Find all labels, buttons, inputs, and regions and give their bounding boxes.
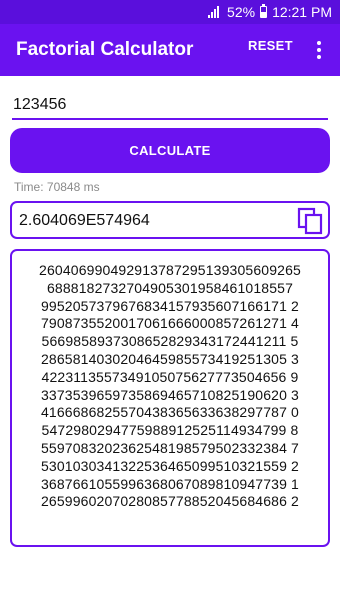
- full-result-line: 6888182732704905301958461018557: [46, 279, 294, 296]
- app-title: Factorial Calculator: [16, 39, 194, 60]
- full-result-box: 260406990492913787295139305609265 6888182…: [10, 249, 330, 547]
- app-bar: Factorial Calculator RESET: [0, 24, 340, 76]
- full-result-line: 3687661055996368067089810947739 1: [41, 475, 299, 492]
- full-result-line: 5472980294775988912525114934799 8: [41, 422, 299, 439]
- copy-icon[interactable]: [297, 207, 325, 235]
- battery-percent: 52%: [227, 4, 256, 20]
- result-value: 2.604069E574964: [19, 212, 150, 229]
- app-screen: 52% 12:21 PM Factorial Calculator RESET …: [0, 0, 340, 604]
- calculate-button[interactable]: CALCULATE: [10, 128, 330, 173]
- result-box: 2.604069E574964: [10, 201, 330, 239]
- status-bar: 52% 12:21 PM: [0, 0, 340, 24]
- full-result-line: 5597083202362548198579502332384 7: [41, 439, 299, 456]
- full-result-line: 3373539659735869465710825190620 3: [41, 386, 299, 403]
- full-result-line: 5669858937308652829343172441211 5: [41, 333, 299, 350]
- full-result-line: 2865814030204645985573419251305 3: [41, 350, 299, 367]
- full-result-line: 7908735520017061666000857261271 4: [41, 315, 299, 332]
- more-vert-icon[interactable]: [314, 40, 324, 60]
- full-result-line: 9952057379676834157935607166171 2: [41, 297, 299, 314]
- full-result-line: 4166686825570438365633638297787 0: [41, 404, 299, 421]
- signal-icon: [208, 6, 222, 18]
- full-result-line: 2659960207028085778852045684686 2: [41, 493, 299, 510]
- battery-icon: [260, 4, 268, 18]
- full-result-line: 260406990492913787295139305609265: [39, 262, 301, 278]
- clock: 12:21 PM: [272, 4, 332, 20]
- number-input[interactable]: [12, 92, 328, 120]
- full-result-text: 260406990492913787295139305609265 6888182…: [12, 251, 328, 511]
- reset-button[interactable]: RESET: [248, 38, 293, 53]
- full-result-line: 5301030341322536465099510321559 2: [41, 457, 299, 474]
- time-label: Time: 70848 ms: [14, 180, 100, 194]
- full-result-line: 4223113557349105075627773504656 9: [41, 368, 299, 385]
